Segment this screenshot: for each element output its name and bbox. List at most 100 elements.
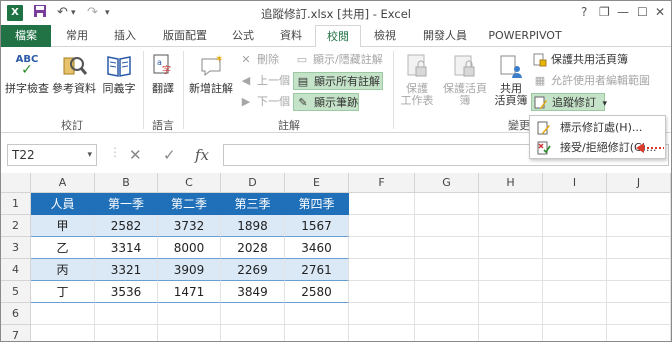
- empty-cell[interactable]: [31, 325, 95, 341]
- previous-comment-button[interactable]: ◀ 上一個: [237, 72, 290, 90]
- table-header-cell[interactable]: 第二季: [158, 193, 221, 215]
- empty-cell[interactable]: [285, 325, 349, 341]
- tab-review[interactable]: 校閱: [315, 25, 361, 48]
- empty-cell[interactable]: [95, 325, 158, 341]
- column-header-d[interactable]: D: [221, 173, 285, 193]
- row-header-4[interactable]: 4: [1, 259, 31, 281]
- show-ink-button[interactable]: ✎ 顯示筆跡: [293, 93, 359, 111]
- table-header-cell[interactable]: 第四季: [285, 193, 349, 215]
- ribbon-display-button[interactable]: ❐: [599, 4, 610, 20]
- empty-cell[interactable]: [543, 237, 607, 259]
- empty-cell[interactable]: [607, 237, 671, 259]
- protect-share-button[interactable]: 保護共用活頁簿: [531, 51, 628, 69]
- empty-cell[interactable]: [221, 303, 285, 325]
- empty-cell[interactable]: [349, 237, 415, 259]
- protect-workbook-button[interactable]: 保護活頁簿: [439, 51, 491, 107]
- empty-cell[interactable]: [285, 303, 349, 325]
- table-cell[interactable]: 1471: [158, 281, 221, 303]
- empty-cell[interactable]: [607, 193, 671, 215]
- delete-comment-button[interactable]: ✕ 刪除: [237, 51, 279, 69]
- table-cell[interactable]: 乙: [31, 237, 95, 259]
- spelling-button[interactable]: ABC ✓ 拼字檢查: [5, 51, 49, 95]
- empty-cell[interactable]: [415, 215, 479, 237]
- empty-cell[interactable]: [607, 215, 671, 237]
- table-cell[interactable]: 3732: [158, 215, 221, 237]
- row-header-2[interactable]: 2: [1, 215, 31, 237]
- table-cell[interactable]: 甲: [31, 215, 95, 237]
- table-cell[interactable]: 2028: [221, 237, 285, 259]
- table-cell[interactable]: 丙: [31, 259, 95, 281]
- help-button[interactable]: ?: [581, 4, 587, 20]
- table-cell[interactable]: 3314: [95, 237, 158, 259]
- tab-data[interactable]: 資料: [271, 25, 311, 47]
- show-all-comments-button[interactable]: ▤ 顯示所有註解: [293, 72, 383, 90]
- empty-cell[interactable]: [415, 303, 479, 325]
- column-header-f[interactable]: F: [349, 173, 415, 193]
- show-hide-comment-button[interactable]: ▭ 顯示/隱藏註解: [293, 51, 383, 69]
- empty-cell[interactable]: [479, 259, 543, 281]
- column-header-c[interactable]: C: [158, 173, 221, 193]
- row-header-6[interactable]: 6: [1, 303, 31, 325]
- select-all-corner[interactable]: [1, 173, 31, 193]
- empty-cell[interactable]: [415, 325, 479, 341]
- next-comment-button[interactable]: ▶ 下一個: [237, 93, 290, 111]
- empty-cell[interactable]: [607, 281, 671, 303]
- empty-cell[interactable]: [543, 193, 607, 215]
- table-cell[interactable]: 3536: [95, 281, 158, 303]
- name-box-dropdown-icon[interactable]: ▾: [87, 145, 92, 165]
- table-cell[interactable]: 2582: [95, 215, 158, 237]
- empty-cell[interactable]: [158, 303, 221, 325]
- empty-cell[interactable]: [349, 303, 415, 325]
- row-header-3[interactable]: 3: [1, 237, 31, 259]
- table-cell[interactable]: 2580: [285, 281, 349, 303]
- row-header-5[interactable]: 5: [1, 281, 31, 303]
- tab-developer[interactable]: 開發人員: [413, 25, 477, 47]
- thesaurus-button[interactable]: 同義字: [99, 51, 139, 95]
- tab-insert[interactable]: 插入: [105, 25, 145, 47]
- table-header-cell[interactable]: 第三季: [221, 193, 285, 215]
- table-header-cell[interactable]: 人員: [31, 193, 95, 215]
- minimize-button[interactable]: —: [617, 4, 629, 20]
- empty-cell[interactable]: [479, 215, 543, 237]
- column-header-g[interactable]: G: [415, 173, 479, 193]
- enter-entry-button[interactable]: ✓: [163, 146, 176, 164]
- column-header-j[interactable]: J: [607, 173, 671, 193]
- empty-cell[interactable]: [543, 215, 607, 237]
- table-cell[interactable]: 2761: [285, 259, 349, 281]
- empty-cell[interactable]: [543, 303, 607, 325]
- empty-cell[interactable]: [415, 281, 479, 303]
- empty-cell[interactable]: [607, 259, 671, 281]
- empty-cell[interactable]: [349, 281, 415, 303]
- table-cell[interactable]: 1567: [285, 215, 349, 237]
- empty-cell[interactable]: [95, 303, 158, 325]
- empty-cell[interactable]: [479, 193, 543, 215]
- table-cell[interactable]: 3849: [221, 281, 285, 303]
- allow-edit-ranges-button[interactable]: ▦ 允許使用者編輯範圍: [531, 72, 650, 90]
- maximize-button[interactable]: ☐: [637, 4, 648, 20]
- empty-cell[interactable]: [415, 259, 479, 281]
- tab-view[interactable]: 檢視: [365, 25, 405, 47]
- empty-cell[interactable]: [415, 193, 479, 215]
- table-cell[interactable]: 1898: [221, 215, 285, 237]
- tab-formulas[interactable]: 公式: [223, 25, 263, 47]
- empty-cell[interactable]: [349, 215, 415, 237]
- track-changes-button[interactable]: 追蹤修訂 ▾: [531, 93, 607, 111]
- empty-cell[interactable]: [543, 281, 607, 303]
- translate-button[interactable]: a字 翻譯: [147, 51, 179, 95]
- table-cell[interactable]: 3321: [95, 259, 158, 281]
- empty-cell[interactable]: [158, 325, 221, 341]
- empty-cell[interactable]: [349, 325, 415, 341]
- table-cell[interactable]: 8000: [158, 237, 221, 259]
- table-cell[interactable]: 3909: [158, 259, 221, 281]
- column-header-a[interactable]: A: [31, 173, 95, 193]
- research-button[interactable]: 參考資料: [51, 51, 97, 95]
- tab-page-layout[interactable]: 版面配置: [153, 25, 217, 47]
- empty-cell[interactable]: [543, 325, 607, 341]
- empty-cell[interactable]: [349, 193, 415, 215]
- empty-cell[interactable]: [415, 237, 479, 259]
- column-header-b[interactable]: B: [95, 173, 158, 193]
- table-cell[interactable]: 3460: [285, 237, 349, 259]
- empty-cell[interactable]: [479, 303, 543, 325]
- column-header-h[interactable]: H: [479, 173, 543, 193]
- table-header-cell[interactable]: 第一季: [95, 193, 158, 215]
